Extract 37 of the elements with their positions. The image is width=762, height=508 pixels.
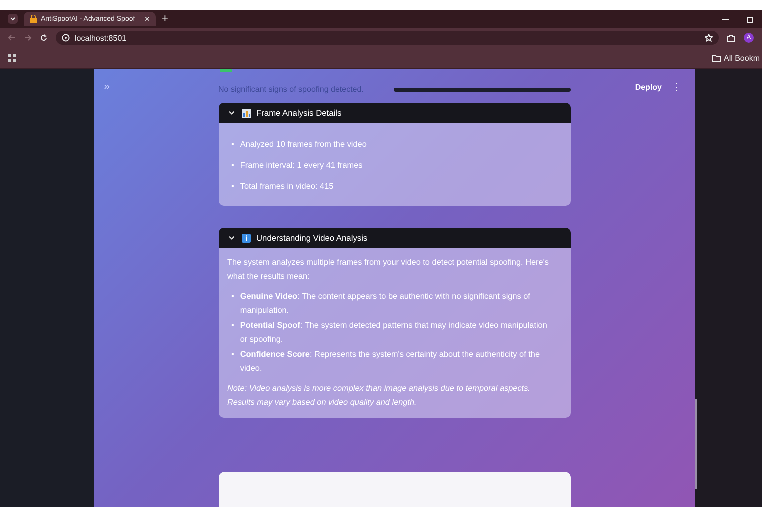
menu-button[interactable]: ⋮	[672, 82, 681, 92]
intro-text: The system analyzes multiple frames from your video to detect potential spoofing. Here's what the results mean:	[228, 257, 550, 283]
bullet: •	[232, 349, 234, 361]
detail-item: Analyzed 10 frames from the video	[240, 139, 367, 150]
chart-icon	[242, 108, 250, 118]
definition-item: Confidence Score: Represents the system's certainty about the authenticity of the video.	[240, 349, 542, 375]
detail-item: Total frames in video: 415	[240, 181, 334, 192]
chevron-icon	[228, 234, 236, 242]
folder-icon	[712, 54, 721, 62]
bullet: •	[232, 291, 234, 303]
chevron-icon	[228, 109, 236, 117]
bullet: •	[232, 320, 234, 332]
definition-item: Genuine Video: The content appears to be authentic with no significant signs of manipulation.	[240, 291, 532, 317]
info-icon	[242, 234, 250, 242]
note-text: Note: Video analysis is more complex than image analysis due to temporal aspects. Results may vary based on video quality and length.	[228, 383, 532, 409]
close-tab-button[interactable]: ×	[144, 14, 150, 24]
status-mark	[220, 69, 232, 72]
chevron-down-icon[interactable]	[8, 14, 18, 24]
apps-grid-icon[interactable]	[8, 54, 16, 62]
all-bookmarks-button[interactable]: All Bookm	[712, 54, 760, 62]
bullet: •	[232, 139, 234, 150]
expander-header[interactable]: Understanding Video Analysis	[218, 228, 570, 248]
new-tab-button[interactable]: +	[162, 13, 168, 25]
expander-header[interactable]: Frame Analysis Details	[218, 103, 570, 123]
lock-icon	[30, 15, 37, 23]
restore-icon[interactable]	[747, 16, 754, 22]
reload-icon[interactable]	[40, 34, 48, 42]
deploy-button[interactable]: Deploy	[635, 82, 662, 92]
extensions-icon[interactable]	[727, 34, 736, 42]
definition-item: Potential Spoof: The system detected patterns that may indicate video manipulation or spoofing.	[240, 320, 548, 346]
site-info-icon	[62, 34, 70, 42]
address-bar[interactable]: localhost:8501	[56, 31, 719, 45]
star-icon[interactable]	[705, 34, 713, 42]
detail-item: Frame interval: 1 every 41 frames	[240, 160, 363, 171]
scrollbar[interactable]	[695, 399, 697, 489]
bullet: •	[232, 181, 234, 192]
bullet: •	[232, 160, 234, 171]
